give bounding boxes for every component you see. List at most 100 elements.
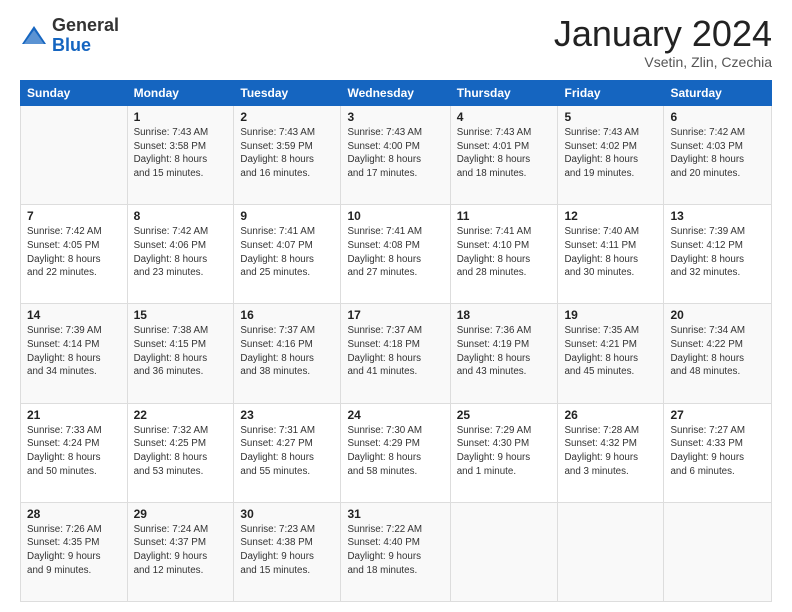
calendar-cell: 31Sunrise: 7:22 AM Sunset: 4:40 PM Dayli… [341,502,450,601]
logo-text: General Blue [52,16,119,56]
day-number: 25 [457,408,552,422]
day-number: 24 [347,408,443,422]
day-info: Sunrise: 7:41 AM Sunset: 4:07 PM Dayligh… [240,225,334,280]
day-info: Sunrise: 7:37 AM Sunset: 4:18 PM Dayligh… [347,324,443,379]
day-number: 10 [347,209,443,223]
day-number: 7 [27,209,121,223]
calendar-table: SundayMondayTuesdayWednesdayThursdayFrid… [20,80,772,602]
day-info: Sunrise: 7:43 AM Sunset: 4:00 PM Dayligh… [347,126,443,181]
day-number: 14 [27,308,121,322]
day-number: 5 [564,110,657,124]
calendar-cell: 7 Sunrise: 7:42 AM Sunset: 4:05 PM Daylig… [21,205,128,304]
day-info: Sunrise: 7:34 AM Sunset: 4:22 PM Dayligh… [670,324,765,379]
day-info: Sunrise: 7:23 AM Sunset: 4:38 PM Dayligh… [240,523,334,578]
calendar-header-row: SundayMondayTuesdayWednesdayThursdayFrid… [21,81,772,106]
day-info: Sunrise: 7:43 AM Sunset: 4:02 PM Dayligh… [564,126,657,181]
weekday-header: Wednesday [341,81,450,106]
day-number: 15 [134,308,228,322]
calendar-cell: 3Sunrise: 7:43 AM Sunset: 4:00 PM Daylig… [341,106,450,205]
day-info: Sunrise: 7:39 AM Sunset: 4:14 PM Dayligh… [27,324,121,379]
day-number: 6 [670,110,765,124]
calendar-cell: 6 Sunrise: 7:42 AM Sunset: 4:03 PM Daylig… [664,106,772,205]
day-info: Sunrise: 7:39 AM Sunset: 4:12 PM Dayligh… [670,225,765,280]
weekday-header: Tuesday [234,81,341,106]
day-number: 30 [240,507,334,521]
location: Vsetin, Zlin, Czechia [554,54,772,70]
calendar-week-row: 28Sunrise: 7:26 AM Sunset: 4:35 PM Dayli… [21,502,772,601]
day-info: Sunrise: 7:42 AM Sunset: 4:05 PM Dayligh… [27,225,121,280]
weekday-header: Friday [558,81,664,106]
day-number: 27 [670,408,765,422]
day-info: Sunrise: 7:41 AM Sunset: 4:10 PM Dayligh… [457,225,552,280]
day-info: Sunrise: 7:42 AM Sunset: 4:03 PM Dayligh… [670,126,765,181]
day-info: Sunrise: 7:31 AM Sunset: 4:27 PM Dayligh… [240,424,334,479]
day-number: 1 [134,110,228,124]
logo-blue: Blue [52,36,119,56]
logo-icon [20,22,48,50]
weekday-header: Sunday [21,81,128,106]
day-info: Sunrise: 7:43 AM Sunset: 3:59 PM Dayligh… [240,126,334,181]
weekday-header: Thursday [450,81,558,106]
calendar-cell: 12Sunrise: 7:40 AM Sunset: 4:11 PM Dayli… [558,205,664,304]
calendar-cell: 1 Sunrise: 7:43 AM Sunset: 3:58 PM Daylig… [127,106,234,205]
day-info: Sunrise: 7:40 AM Sunset: 4:11 PM Dayligh… [564,225,657,280]
header: General Blue January 2024 Vsetin, Zlin, … [20,16,772,70]
day-info: Sunrise: 7:22 AM Sunset: 4:40 PM Dayligh… [347,523,443,578]
day-number: 28 [27,507,121,521]
calendar-cell: 28Sunrise: 7:26 AM Sunset: 4:35 PM Dayli… [21,502,128,601]
calendar-week-row: 14 Sunrise: 7:39 AM Sunset: 4:14 PM Dayli… [21,304,772,403]
day-number: 16 [240,308,334,322]
day-number: 11 [457,209,552,223]
calendar-cell: 21 Sunrise: 7:33 AM Sunset: 4:24 PM Dayli… [21,403,128,502]
day-info: Sunrise: 7:33 AM Sunset: 4:24 PM Dayligh… [27,424,121,479]
day-number: 2 [240,110,334,124]
calendar-cell: 22 Sunrise: 7:32 AM Sunset: 4:25 PM Dayli… [127,403,234,502]
weekday-header: Saturday [664,81,772,106]
day-info: Sunrise: 7:41 AM Sunset: 4:08 PM Dayligh… [347,225,443,280]
day-number: 29 [134,507,228,521]
day-info: Sunrise: 7:35 AM Sunset: 4:21 PM Dayligh… [564,324,657,379]
calendar-cell: 9 Sunrise: 7:41 AM Sunset: 4:07 PM Daylig… [234,205,341,304]
calendar-cell: 13 Sunrise: 7:39 AM Sunset: 4:12 PM Dayli… [664,205,772,304]
calendar-week-row: 7 Sunrise: 7:42 AM Sunset: 4:05 PM Daylig… [21,205,772,304]
day-info: Sunrise: 7:43 AM Sunset: 3:58 PM Dayligh… [134,126,228,181]
calendar-cell: 20 Sunrise: 7:34 AM Sunset: 4:22 PM Dayli… [664,304,772,403]
calendar-cell: 10 Sunrise: 7:41 AM Sunset: 4:08 PM Dayli… [341,205,450,304]
calendar-cell [558,502,664,601]
day-number: 9 [240,209,334,223]
day-number: 20 [670,308,765,322]
title-block: January 2024 Vsetin, Zlin, Czechia [554,16,772,70]
day-number: 13 [670,209,765,223]
month-title: January 2024 [554,16,772,52]
day-info: Sunrise: 7:32 AM Sunset: 4:25 PM Dayligh… [134,424,228,479]
day-info: Sunrise: 7:24 AM Sunset: 4:37 PM Dayligh… [134,523,228,578]
day-info: Sunrise: 7:37 AM Sunset: 4:16 PM Dayligh… [240,324,334,379]
day-number: 8 [134,209,228,223]
calendar-cell: 30 Sunrise: 7:23 AM Sunset: 4:38 PM Dayli… [234,502,341,601]
calendar-cell: 5 Sunrise: 7:43 AM Sunset: 4:02 PM Daylig… [558,106,664,205]
day-info: Sunrise: 7:36 AM Sunset: 4:19 PM Dayligh… [457,324,552,379]
day-number: 18 [457,308,552,322]
logo: General Blue [20,16,119,56]
day-info: Sunrise: 7:43 AM Sunset: 4:01 PM Dayligh… [457,126,552,181]
calendar-week-row: 21 Sunrise: 7:33 AM Sunset: 4:24 PM Dayli… [21,403,772,502]
day-number: 19 [564,308,657,322]
calendar-cell: 8 Sunrise: 7:42 AM Sunset: 4:06 PM Daylig… [127,205,234,304]
day-number: 21 [27,408,121,422]
calendar-cell [21,106,128,205]
calendar-cell [664,502,772,601]
calendar-cell: 18 Sunrise: 7:36 AM Sunset: 4:19 PM Dayli… [450,304,558,403]
day-number: 4 [457,110,552,124]
calendar-cell: 24Sunrise: 7:30 AM Sunset: 4:29 PM Dayli… [341,403,450,502]
calendar-cell: 2 Sunrise: 7:43 AM Sunset: 3:59 PM Daylig… [234,106,341,205]
day-number: 22 [134,408,228,422]
page: General Blue January 2024 Vsetin, Zlin, … [0,0,792,612]
day-info: Sunrise: 7:38 AM Sunset: 4:15 PM Dayligh… [134,324,228,379]
calendar-cell: 17Sunrise: 7:37 AM Sunset: 4:18 PM Dayli… [341,304,450,403]
calendar-cell: 15 Sunrise: 7:38 AM Sunset: 4:15 PM Dayli… [127,304,234,403]
day-number: 26 [564,408,657,422]
day-info: Sunrise: 7:42 AM Sunset: 4:06 PM Dayligh… [134,225,228,280]
calendar-cell: 29 Sunrise: 7:24 AM Sunset: 4:37 PM Dayli… [127,502,234,601]
calendar-cell: 11 Sunrise: 7:41 AM Sunset: 4:10 PM Dayli… [450,205,558,304]
calendar-cell: 27Sunrise: 7:27 AM Sunset: 4:33 PM Dayli… [664,403,772,502]
